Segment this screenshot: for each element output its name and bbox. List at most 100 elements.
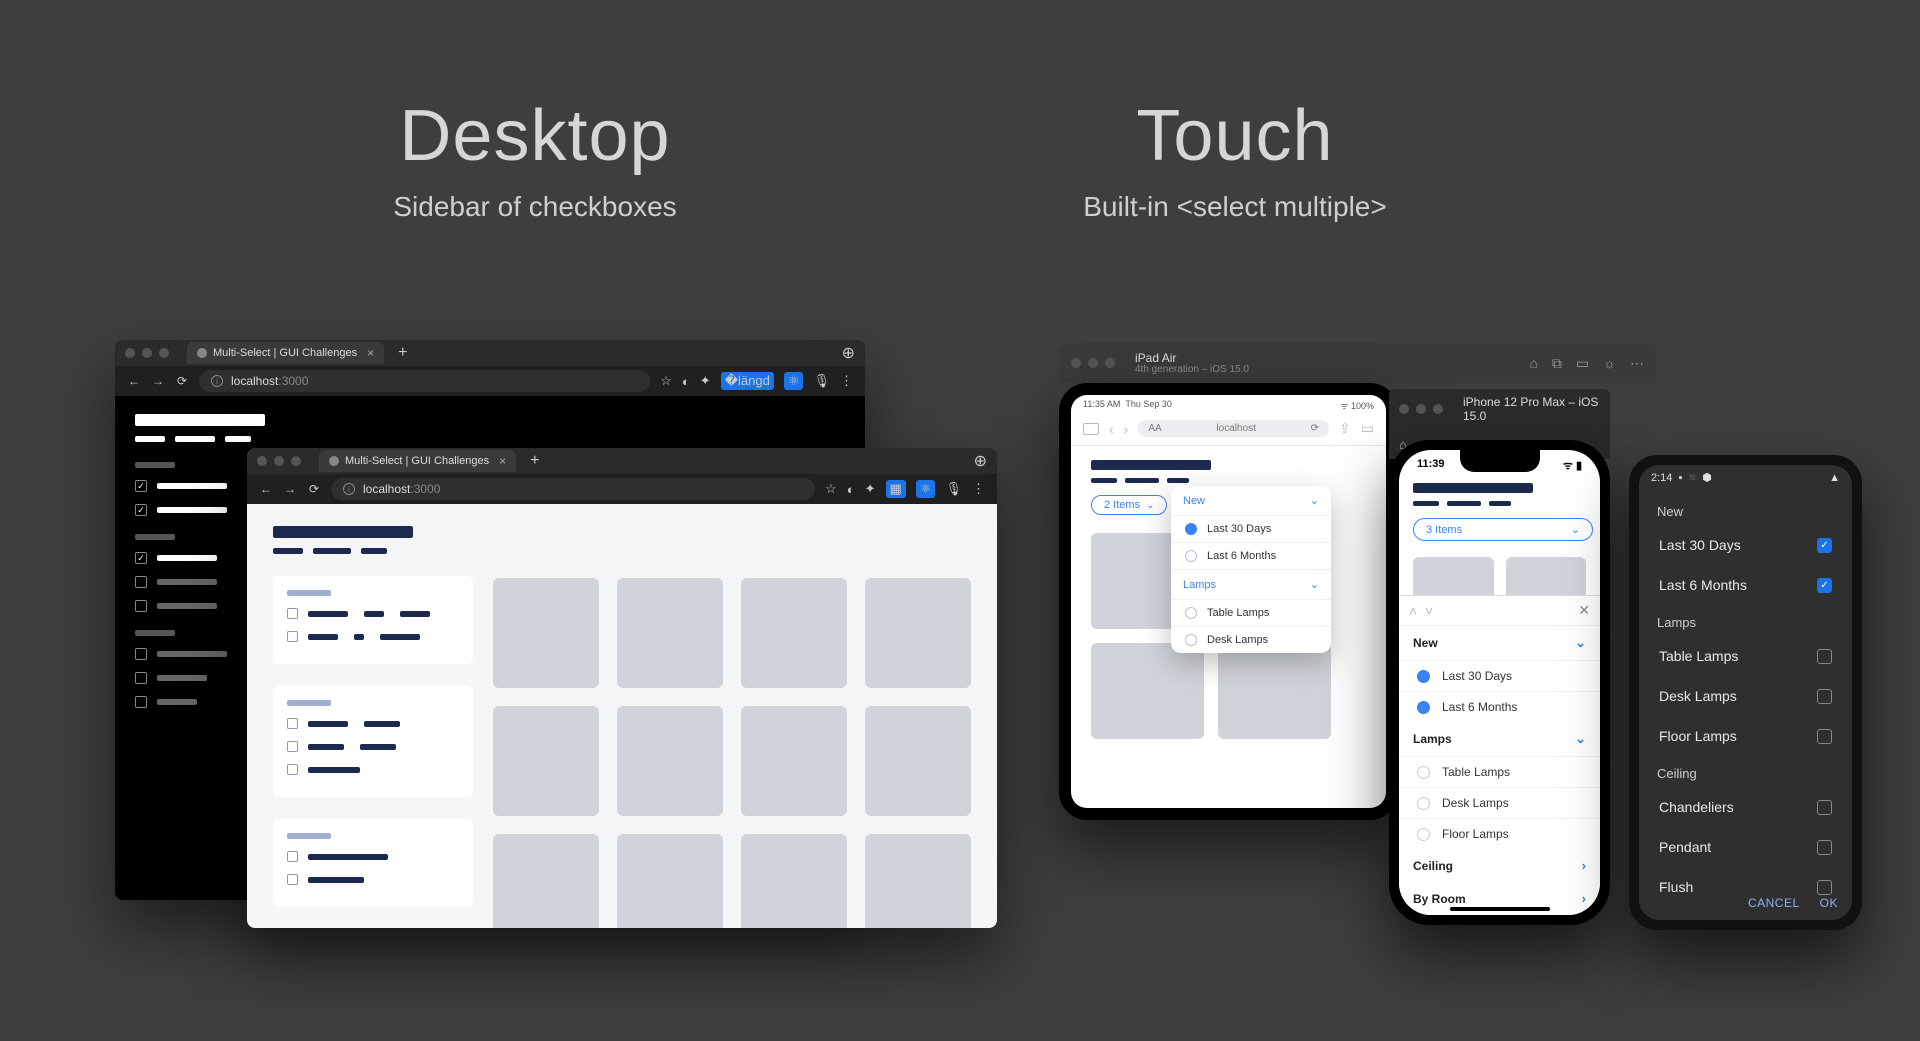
select-popover[interactable]: New⌄Last 30 DaysLast 6 MonthsLamps⌄Table… [1171, 486, 1331, 653]
cancel-button[interactable]: CANCEL [1748, 896, 1800, 910]
window-traffic-lights[interactable] [1071, 358, 1115, 368]
address-bar[interactable]: i localhost:3000 [331, 478, 815, 500]
sheet-option[interactable]: Desk Lamps [1399, 787, 1600, 818]
dialog-option[interactable]: Desk Lamps [1639, 676, 1852, 716]
nav-reload-icon[interactable]: ⟳ [175, 374, 189, 388]
checkbox[interactable] [287, 741, 298, 752]
sheet-option[interactable]: Last 30 Days [1399, 660, 1600, 691]
popover-option[interactable]: Desk Lamps [1171, 626, 1331, 653]
select-sheet[interactable]: ˄ ˅ ✕ New⌄Last 30 DaysLast 6 MonthsLamps… [1399, 595, 1600, 915]
checkbox[interactable] [287, 608, 298, 619]
star-icon[interactable]: ☆ [660, 373, 672, 389]
safari-tabs-icon[interactable]: ▭ [1361, 420, 1374, 437]
result-card[interactable] [865, 706, 971, 816]
contrast-icon[interactable]: ◐ [847, 482, 855, 497]
filter-chip[interactable]: 2 Items ⌄ [1091, 495, 1167, 515]
ok-button[interactable]: OK [1820, 896, 1838, 910]
popover-option[interactable]: Last 6 Months [1171, 542, 1331, 569]
sheet-close-icon[interactable]: ✕ [1578, 602, 1590, 619]
filter-chip[interactable]: 3 Items ⌄ [1413, 518, 1593, 541]
checkbox[interactable] [135, 504, 147, 516]
result-card[interactable] [617, 834, 723, 928]
star-icon[interactable]: ☆ [825, 481, 837, 497]
dialog-option[interactable]: Table Lamps [1639, 636, 1852, 676]
safari-share-icon[interactable]: ⇪ [1339, 420, 1351, 437]
checkbox[interactable] [287, 851, 298, 862]
select-dialog[interactable]: NewLast 30 DaysLast 6 MonthsLampsTable L… [1639, 490, 1852, 911]
extensions-icon[interactable]: ✦ [865, 481, 876, 497]
popover-section-header[interactable]: Lamps⌄ [1171, 569, 1331, 599]
result-card[interactable] [493, 834, 599, 928]
dialog-option[interactable]: Floor Lamps [1639, 716, 1852, 756]
result-card[interactable] [493, 578, 599, 688]
popover-option[interactable]: Last 30 Days [1171, 515, 1331, 542]
new-tab-button[interactable]: + [392, 344, 413, 362]
window-expand-icon[interactable]: ⊕ [842, 343, 855, 363]
react-icon[interactable]: ⚛ [784, 372, 804, 390]
rotate-icon[interactable]: ▭ [1576, 355, 1589, 372]
result-card[interactable] [1218, 643, 1331, 739]
popover-section-header[interactable]: New⌄ [1171, 486, 1331, 515]
popover-option[interactable]: Table Lamps [1171, 599, 1331, 626]
nav-reload-icon[interactable]: ⟳ [307, 482, 321, 496]
mic-icon[interactable]: 🎙 [813, 373, 830, 389]
sheet-section-header[interactable]: New⌄ [1399, 626, 1600, 660]
more-icon[interactable]: ⋯ [1630, 355, 1644, 372]
sheet-prev-icon[interactable]: ˄ [1409, 603, 1417, 619]
window-traffic-lights[interactable] [257, 456, 301, 466]
result-card[interactable] [617, 578, 723, 688]
sheet-option[interactable]: Last 6 Months [1399, 691, 1600, 722]
nav-back-icon[interactable]: ← [259, 482, 273, 496]
result-card[interactable] [865, 834, 971, 928]
checkbox[interactable] [135, 648, 147, 660]
nav-forward-icon[interactable]: → [283, 482, 297, 496]
menu-icon[interactable]: ⋮ [840, 373, 853, 389]
dialog-option[interactable]: Last 6 Months [1639, 565, 1852, 605]
window-traffic-lights[interactable] [125, 348, 169, 358]
nav-back-icon[interactable]: ← [127, 374, 141, 388]
result-card[interactable] [741, 706, 847, 816]
checkbox[interactable] [287, 764, 298, 775]
checkbox[interactable] [135, 480, 147, 492]
new-tab-button[interactable]: + [524, 452, 545, 470]
dialog-option[interactable]: Pendant [1639, 827, 1852, 867]
result-card[interactable] [493, 706, 599, 816]
sheet-section-header[interactable]: Lamps⌄ [1399, 722, 1600, 756]
result-card[interactable] [741, 834, 847, 928]
result-card[interactable] [865, 578, 971, 688]
sheet-section-header[interactable]: Ceiling› [1399, 849, 1600, 882]
screenshot-icon[interactable]: ⧉ [1552, 355, 1562, 372]
sheet-next-icon[interactable]: ˅ [1425, 603, 1433, 619]
site-info-icon[interactable]: i [343, 483, 355, 495]
checkbox[interactable] [135, 696, 147, 708]
contrast-icon[interactable]: ◐ [682, 374, 690, 389]
dialog-option[interactable]: Chandeliers [1639, 787, 1852, 827]
sheet-option[interactable]: Table Lamps [1399, 756, 1600, 787]
react-icon[interactable]: ⚛ [916, 480, 936, 498]
home-indicator[interactable] [1450, 907, 1550, 911]
nav-forward-icon[interactable]: → [151, 374, 165, 388]
safari-address-bar[interactable]: AA localhost ⟳ [1138, 420, 1329, 437]
safari-back-icon[interactable]: ‹ [1109, 421, 1114, 437]
checkbox[interactable] [287, 631, 298, 642]
browser-tab[interactable]: Multi-Select | GUI Challenges × [187, 342, 384, 364]
devtools-icon[interactable]: �längd [721, 372, 774, 390]
extensions-icon[interactable]: ✦ [700, 373, 711, 389]
address-bar[interactable]: i localhost:3000 [199, 370, 650, 392]
checkbox[interactable] [135, 600, 147, 612]
mic-icon[interactable]: 🎙 [945, 481, 962, 497]
checkbox[interactable] [135, 552, 147, 564]
close-tab-icon[interactable]: × [499, 454, 506, 468]
window-expand-icon[interactable]: ⊕ [974, 451, 987, 471]
close-tab-icon[interactable]: × [367, 346, 374, 360]
site-info-icon[interactable]: i [211, 375, 223, 387]
devtools-icon[interactable]: ▦ [886, 480, 906, 498]
window-traffic-lights[interactable] [1399, 404, 1443, 414]
safari-aa[interactable]: AA [1148, 423, 1161, 434]
home-icon[interactable]: ⌂ [1529, 355, 1537, 372]
sheet-option[interactable]: Floor Lamps [1399, 818, 1600, 849]
checkbox[interactable] [287, 874, 298, 885]
dialog-option[interactable]: Last 30 Days [1639, 525, 1852, 565]
browser-tab[interactable]: Multi-Select | GUI Challenges × [319, 450, 516, 472]
checkbox[interactable] [287, 718, 298, 729]
